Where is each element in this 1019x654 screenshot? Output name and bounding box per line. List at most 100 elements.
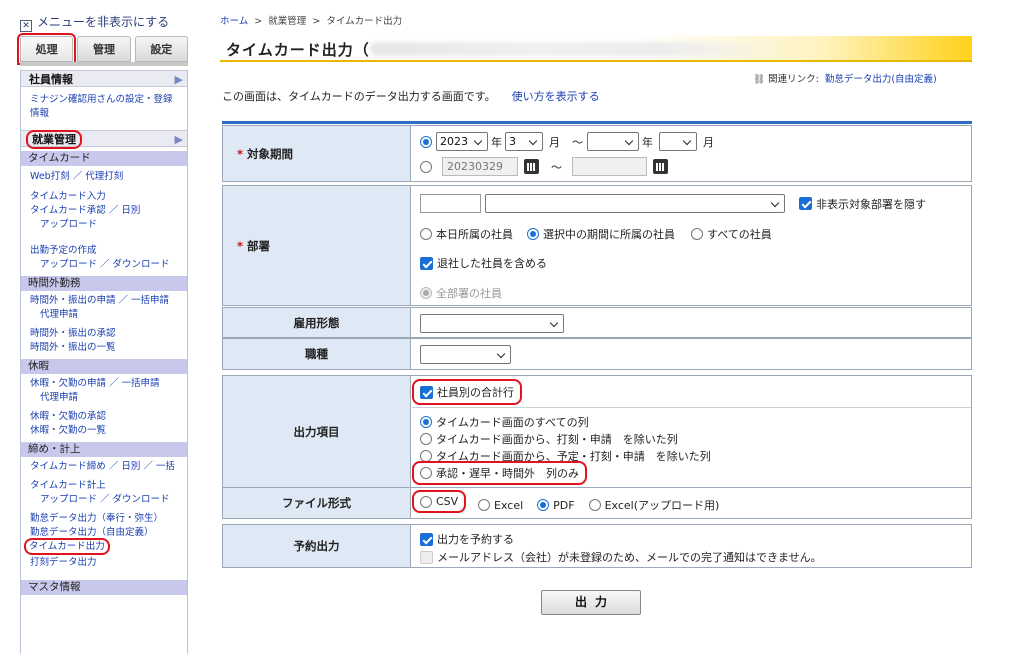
sidebar-link-punch-output[interactable]: 打刻データ出力 (21, 556, 187, 570)
date-from-input[interactable]: 20230329 (442, 157, 518, 176)
sidebar-link-schedule-updown[interactable]: アップロード ／ ダウンロード (21, 258, 187, 272)
row-reserve: 予約出力 出力を予約する メールアドレス（会社）が未登録のため、メールでの完了通… (222, 524, 972, 568)
sidebar-link-timecard-output[interactable]: タイムカード出力 (21, 538, 187, 555)
output-option-line-1: タイムカード画面のすべての列 (420, 414, 589, 430)
job-label: 職種 (223, 339, 411, 369)
year-select[interactable]: 2023 (436, 132, 488, 151)
sidebar-link-employee-settings[interactable]: ミナジン確認用さんの設定・登録 (21, 93, 187, 107)
include-retired-label: 退社した社員を含める (437, 257, 547, 270)
include-retired-checkbox[interactable] (420, 256, 433, 270)
sidebar-link-timecard-approval[interactable]: タイムカード承認 ／ 日別 (21, 204, 187, 218)
sidebar-link-web-punch[interactable]: Web打刻 ／ 代理打刻 (21, 170, 187, 184)
hide-dept-checkbox[interactable] (799, 197, 812, 210)
scope-label-all: すべての社員 (707, 228, 772, 241)
format-radio-csv[interactable] (420, 495, 432, 508)
format-label-excel: Excel (494, 498, 524, 512)
period-date-radio[interactable] (420, 160, 432, 173)
related-link-custom-export[interactable]: 勤怠データ出力(自由定義) (825, 74, 937, 85)
output-radio-approval-only[interactable] (420, 467, 432, 479)
sidebar-link-overtime-request[interactable]: 時間外・振出の申請 ／ 一括申請 (21, 294, 187, 308)
period-month-radio[interactable] (420, 135, 432, 148)
row-period: * 対象期間 2023 年 3 月 〜 年 月 20230329 〜 (222, 125, 972, 182)
period-label: * 対象期間 (223, 126, 411, 181)
breadcrumb-home[interactable]: ホーム (220, 16, 248, 27)
tab-process[interactable]: 処理 (16, 33, 77, 65)
employment-select[interactable] (420, 314, 564, 333)
subsection-closing: 締め・計上 (21, 442, 187, 457)
hide-menu-toggle[interactable]: ✕ メニューを非表示にする (20, 13, 188, 32)
sidebar-link-timecard-input[interactable]: タイムカード入力 (21, 190, 187, 204)
output-radio-no-punch[interactable] (420, 433, 432, 445)
sidebar-link-closing-updown[interactable]: アップロード ／ ダウンロード (21, 493, 187, 507)
scope-radio-all[interactable] (691, 228, 703, 240)
format-label-pdf: PDF (553, 498, 575, 512)
sidebar-link-export-custom[interactable]: 勤怠データ出力（自由定義） (21, 526, 187, 540)
department-select[interactable] (485, 194, 785, 213)
job-select[interactable] (420, 345, 511, 364)
employment-label: 雇用形態 (223, 308, 411, 337)
reserve-values: 出力を予約する メールアドレス（会社）が未登録のため、メールでの完了通知はできま… (412, 525, 971, 567)
sidebar-link-info[interactable]: 情報 (21, 107, 187, 121)
sidebar-link-leave-request[interactable]: 休暇・欠勤の申請 ／ 一括申請 (21, 377, 187, 391)
section-attendance[interactable]: 就業管理 (21, 130, 187, 149)
department-code-input[interactable] (420, 194, 481, 213)
help-link[interactable]: 使い方を表示する (512, 90, 600, 103)
output-label: 出力項目 (223, 376, 411, 487)
sidebar-tabs: 処理 管理 設定 (16, 33, 188, 65)
output-radio-no-schedule[interactable] (420, 450, 432, 462)
output-label-no-schedule: タイムカード画面から、予定・打刻・申請 を除いた列 (436, 450, 711, 463)
sidebar-link-overtime-approval[interactable]: 時間外・振出の承認 (21, 327, 187, 341)
title-bar: タイムカード出力（ (220, 36, 972, 62)
employment-line (420, 314, 564, 333)
subsection-leave: 休暇 (21, 359, 187, 374)
file-format-label: ファイル形式 (223, 488, 411, 518)
date-tilde: 〜 (551, 160, 562, 174)
close-box-icon: ✕ (20, 20, 32, 32)
tab-manage[interactable]: 管理 (77, 36, 131, 62)
reserve-checkbox[interactable] (420, 532, 433, 546)
calendar-icon[interactable] (653, 159, 668, 174)
row-file-format: ファイル形式 CSV Excel PDF Excel(アップロード用) (222, 487, 972, 519)
scope-radio-period[interactable] (527, 228, 539, 240)
sidebar-link-timecard-post[interactable]: タイムカード計上 (21, 479, 187, 493)
output-values: 社員別の合計行 タイムカード画面のすべての列 タイムカード画面から、打刻・申請 … (412, 376, 971, 487)
year-unit: 年 (491, 135, 502, 149)
output-button[interactable]: 出力 (541, 590, 641, 615)
sidebar-link-overtime-list[interactable]: 時間外・振出の一覧 (21, 341, 187, 355)
sidebar-link-leave-proxy[interactable]: 代理申請 (21, 391, 187, 405)
format-radio-excel[interactable] (478, 499, 490, 511)
sidebar-link-leave-approval[interactable]: 休暇・欠勤の承認 (21, 410, 187, 424)
row-job: 職種 (222, 338, 972, 370)
end-year-select[interactable] (587, 132, 639, 151)
end-year-unit: 年 (642, 135, 653, 149)
format-radio-excel-upload[interactable] (588, 499, 601, 511)
related-label: 関連リンク: (768, 74, 819, 85)
scope-radio-today[interactable] (420, 228, 432, 240)
sidebar-link-export-bugyo[interactable]: 勤怠データ出力（奉行・弥生） (21, 512, 187, 526)
output-radio-all[interactable] (420, 416, 432, 428)
total-row-checkbox[interactable] (420, 385, 433, 399)
sidebar-link-schedule-create[interactable]: 出勤予定の作成 (21, 244, 187, 258)
sidebar-link-timecard-upload[interactable]: アップロード (21, 218, 187, 232)
reserve-checkbox-label: 出力を予約する (437, 533, 514, 546)
subsection-overtime: 時間外勤務 (21, 276, 187, 291)
mail-notice: メールアドレス（会社）が未登録のため、メールでの完了通知はできません。 (437, 551, 822, 564)
calendar-icon[interactable] (524, 159, 539, 174)
sidebar-link-overtime-proxy[interactable]: 代理申請 (21, 308, 187, 322)
date-to-input[interactable] (572, 157, 647, 176)
month-select[interactable]: 3 (505, 132, 543, 151)
format-radio-pdf[interactable] (537, 499, 550, 511)
end-month-select[interactable] (659, 132, 697, 151)
sidebar-link-timecard-close[interactable]: タイムカード締め ／ 日別 ／ 一括 (21, 460, 187, 474)
file-format-values: CSV Excel PDF Excel(アップロード用) (411, 488, 971, 518)
form-top-border (222, 121, 972, 124)
tab-settings[interactable]: 設定 (134, 36, 188, 62)
section-employee-info[interactable]: 社員情報 (21, 70, 187, 88)
output-option-line-3: タイムカード画面から、予定・打刻・申請 を除いた列 (420, 448, 711, 464)
scope-label-today: 本日所属の社員 (436, 228, 513, 241)
sidebar-link-leave-list[interactable]: 休暇・欠勤の一覧 (21, 424, 187, 438)
breadcrumb-attendance: 就業管理 (268, 16, 307, 27)
row-employment: 雇用形態 (222, 307, 972, 338)
retired-line: 退社した社員を含める (420, 255, 547, 271)
format-label-csv: CSV (436, 495, 459, 508)
